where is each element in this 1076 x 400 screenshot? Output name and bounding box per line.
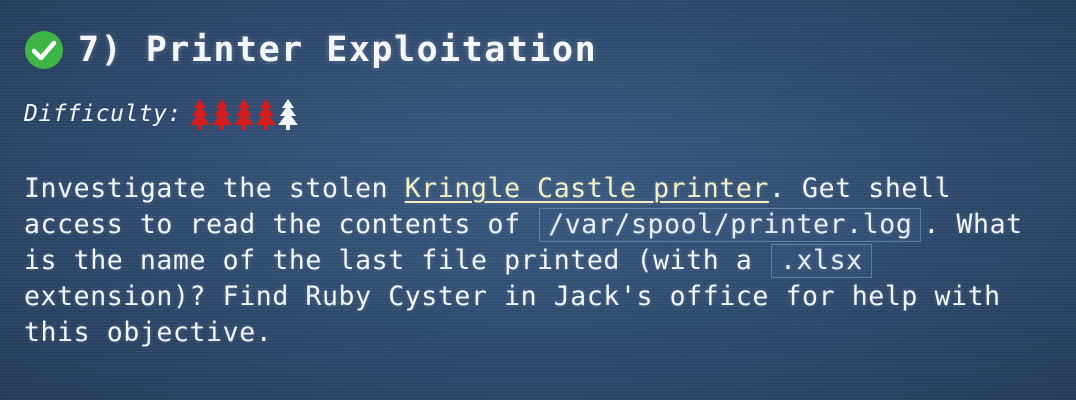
difficulty-label: Difficulty:: [24, 101, 182, 127]
objective-title: 7) Printer Exploitation: [78, 30, 598, 70]
tree-icon-empty: [277, 99, 298, 130]
description-text: Investigate the stolen: [24, 173, 405, 204]
difficulty-rating: [189, 98, 298, 130]
objective-description: Investigate the stolen Kringle Castle pr…: [24, 171, 1054, 351]
tree-icon-filled: [189, 99, 210, 130]
xlsx-extension: .xlsx: [770, 244, 872, 278]
printer-log-path: /var/spool/printer.log: [539, 208, 922, 242]
objective-panel: 7) Printer Exploitation Difficulty: Inve…: [0, 0, 1076, 400]
tree-icon-filled: [233, 99, 254, 130]
kringle-castle-printer-link[interactable]: Kringle Castle printer: [405, 173, 769, 204]
objective-header: 7) Printer Exploitation: [24, 30, 597, 70]
tree-icon-filled: [255, 99, 276, 130]
check-circle-icon: [25, 31, 63, 69]
difficulty-row: Difficulty:: [24, 98, 298, 130]
tree-icon-filled: [211, 99, 232, 130]
